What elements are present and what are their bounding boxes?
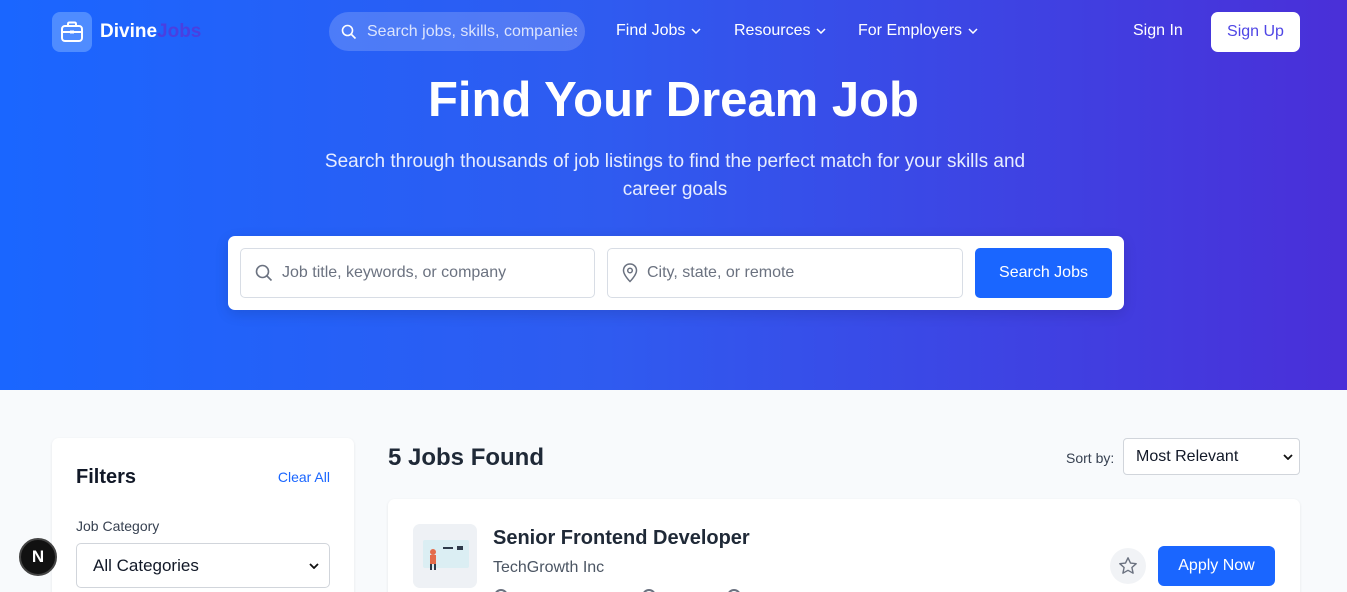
sign-in-link[interactable]: Sign In bbox=[1133, 22, 1183, 40]
job-search-form: Search Jobs bbox=[228, 236, 1124, 310]
nav-search-bar[interactable] bbox=[329, 12, 585, 51]
sort-select[interactable]: Most Relevant bbox=[1123, 438, 1300, 475]
company-logo bbox=[413, 524, 477, 588]
star-icon bbox=[1119, 557, 1137, 574]
nav-resources-label: Resources bbox=[734, 22, 811, 39]
nav-for-employers-label: For Employers bbox=[858, 22, 963, 39]
map-pin-icon bbox=[622, 263, 638, 283]
jobs-count-heading: 5 Jobs Found bbox=[388, 444, 544, 471]
search-icon bbox=[255, 264, 273, 282]
job-category-value: All Categories bbox=[93, 555, 199, 575]
save-job-button[interactable] bbox=[1110, 548, 1146, 584]
keyword-field[interactable] bbox=[240, 248, 595, 298]
job-company: TechGrowth Inc bbox=[493, 559, 605, 576]
brand-name-accent: Jobs bbox=[157, 21, 202, 42]
nav-resources[interactable]: Resources bbox=[734, 22, 827, 40]
search-jobs-button[interactable]: Search Jobs bbox=[975, 248, 1112, 298]
hero-title: Find Your Dream Job bbox=[428, 73, 919, 127]
hero-section: DivineJobs Find Jobs Resources For Emplo… bbox=[0, 0, 1347, 390]
dev-tools-badge[interactable]: N bbox=[19, 538, 57, 576]
location-input[interactable] bbox=[647, 264, 937, 282]
job-card[interactable]: Senior Frontend Developer TechGrowth Inc… bbox=[388, 499, 1300, 592]
keyword-input[interactable] bbox=[282, 264, 572, 282]
hero-subtitle: Search through thousands of job listings… bbox=[324, 151, 1026, 200]
filters-panel: Filters Clear All Job Category All Categ… bbox=[52, 438, 354, 592]
sort-value: Most Relevant bbox=[1136, 447, 1239, 465]
sort-by-label: Sort by: bbox=[1066, 450, 1115, 466]
brand-logo-text[interactable]: DivineJobs bbox=[100, 21, 201, 43]
chevron-down-icon bbox=[691, 28, 701, 34]
brand-name: Divine bbox=[100, 21, 158, 42]
chevron-down-icon bbox=[309, 562, 319, 569]
nav-find-jobs-label: Find Jobs bbox=[616, 22, 686, 39]
sign-up-button[interactable]: Sign Up bbox=[1211, 12, 1300, 52]
job-category-select[interactable]: All Categories bbox=[76, 543, 330, 588]
job-category-label: Job Category bbox=[76, 518, 160, 534]
chevron-down-icon bbox=[816, 28, 827, 34]
job-title[interactable]: Senior Frontend Developer bbox=[493, 527, 750, 550]
chevron-down-icon bbox=[1283, 453, 1293, 460]
nav-search-input[interactable] bbox=[367, 22, 577, 41]
nav-for-employers[interactable]: For Employers bbox=[858, 22, 978, 40]
chevron-down-icon bbox=[968, 28, 978, 34]
apply-now-button[interactable]: Apply Now bbox=[1158, 546, 1275, 586]
briefcase-logo-icon[interactable] bbox=[52, 12, 92, 52]
search-icon bbox=[341, 24, 357, 39]
location-field[interactable] bbox=[607, 248, 963, 298]
nav-find-jobs[interactable]: Find Jobs bbox=[616, 22, 701, 40]
clear-all-link[interactable]: Clear All bbox=[278, 469, 330, 485]
filters-title: Filters bbox=[76, 466, 137, 488]
